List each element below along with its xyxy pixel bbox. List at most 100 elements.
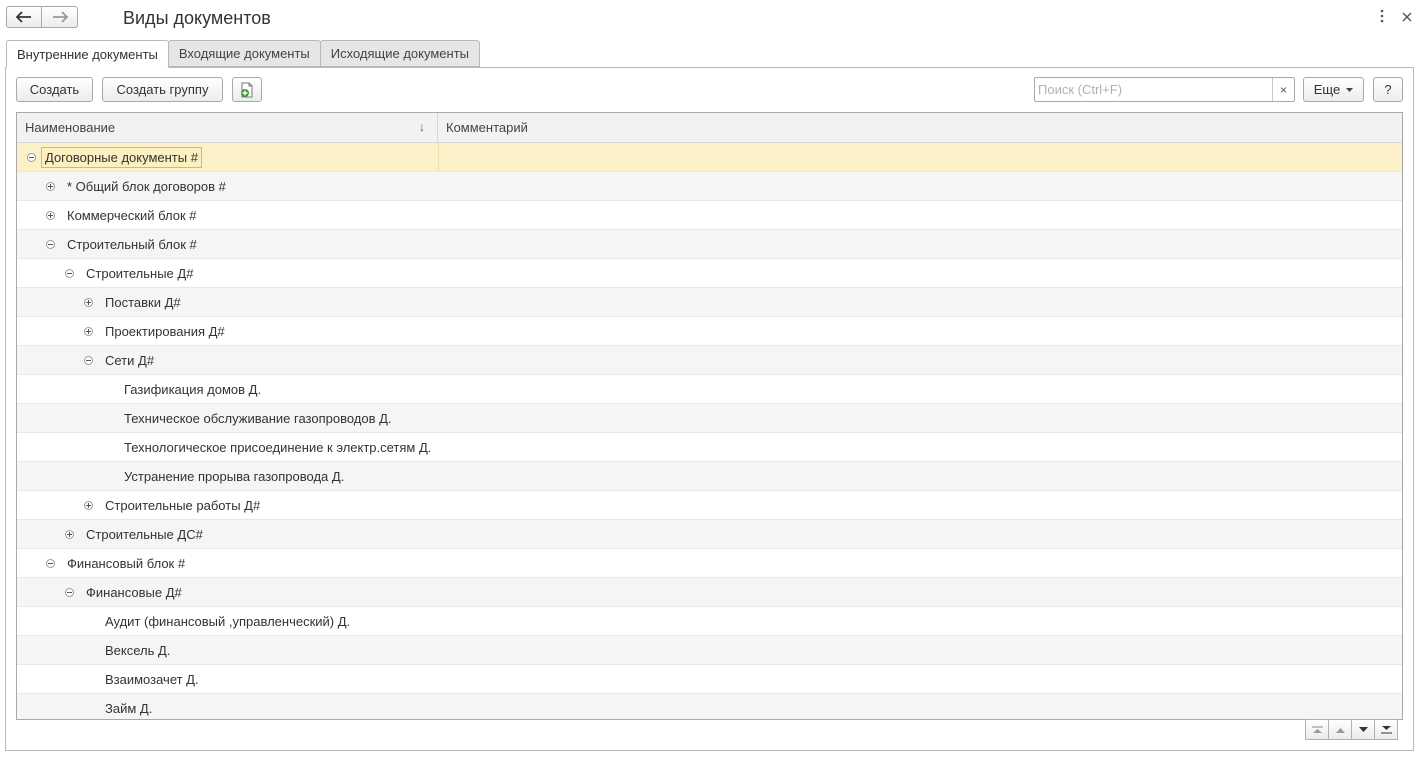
cell-comment — [438, 607, 1402, 635]
column-header-name[interactable]: Наименование ↓ — [17, 113, 438, 142]
table-row[interactable]: Устранение прорыва газопровода Д. — [17, 462, 1402, 491]
table-row[interactable]: Коммерческий блок # — [17, 201, 1402, 230]
cell-name: Поставки Д# — [17, 288, 438, 316]
cell-name: Строительные Д# — [17, 259, 438, 287]
create-button[interactable]: Создать — [16, 77, 93, 102]
cell-name: Газификация домов Д. — [17, 375, 438, 403]
scroll-to-bottom-icon — [1380, 725, 1392, 733]
row-label: Поставки Д# — [105, 294, 181, 310]
scroll-down-icon — [1358, 726, 1368, 732]
table-row[interactable]: Строительные работы Д# — [17, 491, 1402, 520]
cell-comment — [438, 201, 1402, 229]
tab-outgoing-documents[interactable]: Исходящие документы — [319, 40, 480, 67]
cell-comment — [438, 230, 1402, 258]
row-label: Финансовый блок # — [67, 555, 186, 571]
cell-name: Финансовый блок # — [17, 549, 438, 577]
table-row[interactable]: Строительный блок # — [17, 230, 1402, 259]
expand-icon[interactable] — [46, 210, 55, 220]
table-row[interactable]: Техническое обслуживание газопроводов Д. — [17, 404, 1402, 433]
chevron-down-icon — [1346, 87, 1354, 92]
cell-comment — [438, 491, 1402, 519]
cell-comment — [438, 636, 1402, 664]
tab-internal-documents[interactable]: Внутренние документы — [6, 40, 169, 68]
table-row[interactable]: Газификация домов Д. — [17, 375, 1402, 404]
cell-comment — [438, 462, 1402, 490]
help-button[interactable]: ? — [1373, 77, 1403, 102]
scroll-up-button[interactable] — [1328, 719, 1352, 740]
table-row[interactable]: Проектирования Д# — [17, 317, 1402, 346]
scroll-up-icon — [1335, 727, 1345, 733]
table-row[interactable]: Займ Д. — [17, 694, 1402, 719]
row-label: Строительные работы Д# — [105, 497, 261, 513]
table-row[interactable]: Финансовые Д# — [17, 578, 1402, 607]
sort-indicator-icon: ↓ — [419, 120, 425, 134]
table-row[interactable]: Финансовый блок # — [17, 549, 1402, 578]
cell-comment — [438, 694, 1402, 719]
column-header-comment[interactable]: Комментарий — [438, 113, 1402, 142]
cell-comment — [438, 346, 1402, 374]
back-button[interactable] — [6, 6, 42, 28]
row-label: Финансовые Д# — [86, 584, 182, 600]
cell-name: Аудит (финансовый ,управленческий) Д. — [17, 607, 438, 635]
expand-icon[interactable] — [84, 297, 93, 307]
tab-incoming-documents[interactable]: Входящие документы — [167, 40, 321, 67]
search-input[interactable] — [1035, 79, 1272, 100]
tabs: Внутренние документы Входящие документы … — [6, 40, 480, 68]
collapse-icon[interactable] — [84, 355, 93, 365]
more-vertical-icon[interactable] — [1380, 9, 1384, 26]
scroll-down-button[interactable] — [1351, 719, 1375, 740]
cell-comment — [438, 259, 1402, 287]
row-label: Проектирования Д# — [105, 323, 225, 339]
more-button[interactable]: Еще — [1303, 77, 1364, 102]
search-field: × — [1034, 77, 1295, 102]
cell-comment — [438, 549, 1402, 577]
scroll-to-bottom-button[interactable] — [1374, 719, 1398, 740]
row-label: Взаимозачет Д. — [105, 671, 199, 687]
expand-icon[interactable] — [65, 529, 74, 539]
scroll-to-top-button[interactable] — [1305, 719, 1329, 740]
cell-name: Строительные работы Д# — [17, 491, 438, 519]
cell-name: Займ Д. — [17, 694, 438, 719]
table-row[interactable]: * Общий блок договоров # — [17, 172, 1402, 201]
collapse-icon[interactable] — [65, 587, 74, 597]
cell-comment — [438, 433, 1402, 461]
cell-name: Сети Д# — [17, 346, 438, 374]
table-row[interactable]: Строительные ДС# — [17, 520, 1402, 549]
expand-icon[interactable] — [46, 181, 55, 191]
expand-icon[interactable] — [84, 500, 93, 510]
table-row[interactable]: Сети Д# — [17, 346, 1402, 375]
search-clear-button[interactable]: × — [1272, 78, 1294, 101]
table-row[interactable]: Договорные документы # — [17, 143, 1402, 172]
column-name-label: Наименование — [25, 120, 116, 135]
create-file-button[interactable] — [232, 77, 262, 102]
collapse-icon[interactable] — [46, 239, 55, 249]
table-row[interactable]: Поставки Д# — [17, 288, 1402, 317]
table-row[interactable]: Взаимозачет Д. — [17, 665, 1402, 694]
collapse-icon[interactable] — [65, 268, 74, 278]
create-file-icon — [241, 82, 253, 97]
collapse-icon[interactable] — [46, 558, 55, 568]
row-label: Вексель Д. — [105, 642, 171, 658]
close-icon[interactable] — [1402, 9, 1412, 26]
table-row[interactable]: Вексель Д. — [17, 636, 1402, 665]
navigation-buttons — [6, 6, 78, 28]
create-group-button[interactable]: Создать группу — [102, 77, 223, 102]
collapse-icon[interactable] — [27, 152, 36, 162]
table-row[interactable]: Технологическое присоединение к электр.с… — [17, 433, 1402, 462]
cell-name: Технологическое присоединение к электр.с… — [17, 433, 438, 461]
forward-button[interactable] — [42, 6, 78, 28]
cell-comment — [438, 404, 1402, 432]
cell-comment — [438, 143, 1402, 171]
cell-name: Проектирования Д# — [17, 317, 438, 345]
table-row[interactable]: Строительные Д# — [17, 259, 1402, 288]
row-label: Сети Д# — [105, 352, 155, 368]
cell-comment — [438, 172, 1402, 200]
cell-comment — [438, 317, 1402, 345]
cell-name: Строительный блок # — [17, 230, 438, 258]
table-row[interactable]: Аудит (финансовый ,управленческий) Д. — [17, 607, 1402, 636]
expand-icon[interactable] — [84, 326, 93, 336]
cell-comment — [438, 520, 1402, 548]
window-controls — [1380, 9, 1412, 26]
row-label: Аудит (финансовый ,управленческий) Д. — [105, 613, 351, 629]
cell-name: Техническое обслуживание газопроводов Д. — [17, 404, 438, 432]
